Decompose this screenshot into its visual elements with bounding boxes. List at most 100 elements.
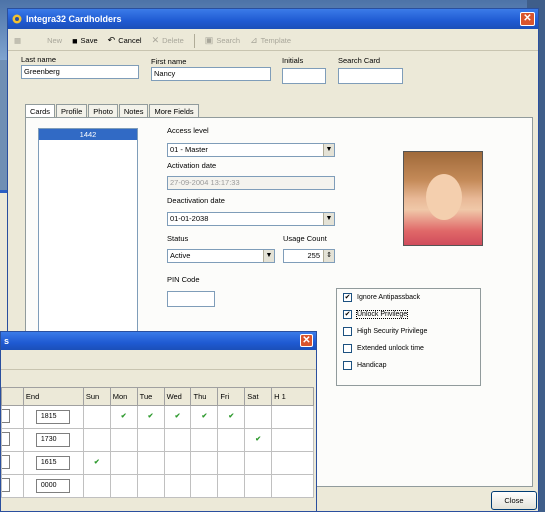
delete-button[interactable]: ✕ Delete [152,35,184,46]
deactivation-date-select[interactable]: 01-01-2038 ▼ [167,212,335,226]
column-header: Wed [163,387,192,406]
unlock-privilege-checkbox[interactable]: ✔ Unlock Privilege [337,306,480,323]
floppy-icon: ■ [72,35,78,46]
day-cell[interactable] [82,428,111,452]
day-cell[interactable] [190,451,219,475]
close-icon[interactable]: ✕ [300,334,313,347]
search-card-field[interactable] [338,68,403,84]
handicap-checkbox[interactable]: Handicap [337,357,480,374]
day-checked-icon[interactable]: ✔ [136,405,165,429]
day-cell[interactable] [163,474,192,498]
start-time-cell[interactable] [1,451,24,475]
day-cell[interactable] [244,474,273,498]
close-button[interactable]: Close [491,491,537,510]
day-checked-icon[interactable]: ✔ [109,405,138,429]
end-time-field[interactable]: 1730 [35,433,70,447]
chevron-down-icon[interactable]: ▼ [323,213,334,225]
chevron-down-icon[interactable]: ▼ [263,250,274,262]
day-cell[interactable] [190,428,219,452]
column-header: Mon [109,387,138,406]
day-checked-icon[interactable]: ✔ [163,405,192,429]
day-cell[interactable] [217,428,246,452]
search-button[interactable]: ▣ Search [205,35,240,46]
day-cell[interactable] [109,474,138,498]
extended-unlock-time-checkbox[interactable]: Extended unlock time [337,340,480,357]
access-level-select[interactable]: 01 - Master ▼ [167,143,335,157]
day-cell[interactable] [190,474,219,498]
start-time-field[interactable] [2,432,10,446]
close-icon[interactable]: ✕ [520,12,535,26]
usage-count-stepper[interactable]: 255 ⇕ [283,249,335,263]
day-cell[interactable] [271,451,314,475]
day-cell[interactable] [271,405,314,429]
day-cell[interactable] [217,474,246,498]
first-name-field[interactable]: Nancy [151,67,271,81]
day-cell[interactable] [109,428,138,452]
schedule-title-bar: s [1,332,316,350]
day-cell[interactable] [244,451,273,475]
start-time-field[interactable] [2,478,10,492]
day-checked-icon[interactable]: ✔ [244,428,273,452]
end-time-field[interactable]: 0000 [35,479,70,493]
high-security-privilege-checkbox[interactable]: High Security Privilege [337,323,480,340]
activation-date-field: 27-09-2004 13:17:33 [167,176,335,190]
day-cell[interactable] [82,474,111,498]
last-name-label: Last name [21,55,57,64]
last-name-field[interactable]: Greenberg [21,65,139,79]
spinner-icon[interactable]: ⇕ [323,250,334,262]
day-checked-icon[interactable]: ✔ [82,451,111,475]
day-cell[interactable] [271,474,314,498]
new-button[interactable]: New [47,36,62,45]
checkbox-label: Handicap [357,362,387,369]
day-cell[interactable] [136,428,165,452]
template-button[interactable]: ⊿ Template [250,35,291,46]
pin-code-field[interactable] [167,291,215,307]
ignore-antipassback-checkbox[interactable]: ✔ Ignore Antipassback [337,289,480,306]
start-time-cell[interactable] [1,428,24,452]
start-time-cell[interactable] [1,405,24,429]
day-cell[interactable] [244,405,273,429]
initials-field[interactable] [282,68,326,84]
table-row[interactable]: 1730 ✔ [1,428,314,452]
start-time-field[interactable] [2,409,10,423]
toolbar: ▦ New ■ Save ↶ Cancel ✕ Delete ▣ Search ⊿ Tem… [8,31,538,51]
schedule-grid: End Sun Mon Tue Wed Thu Fri Sat H 1 1815… [1,387,314,498]
column-header: Sun [82,387,111,406]
deactivation-date-label: Deactivation date [167,196,225,205]
status-label: Status [167,234,189,243]
table-row[interactable]: 1815 ✔ ✔ ✔ ✔ ✔ [1,405,314,429]
checkbox-label: Ignore Antipassback [357,294,421,301]
end-time-field[interactable]: 1615 [35,456,70,470]
chevron-down-icon[interactable]: ▼ [323,144,334,156]
day-cell[interactable] [163,451,192,475]
column-header: Fri [217,387,246,406]
day-cell[interactable] [163,428,192,452]
day-cell[interactable] [109,451,138,475]
end-time-cell: 1815 [22,405,84,429]
status-select[interactable]: Active ▼ [167,249,275,263]
day-checked-icon[interactable]: ✔ [190,405,219,429]
day-cell[interactable] [82,405,111,429]
list-item[interactable]: 1442 [39,129,137,140]
app-icon [12,14,22,24]
end-time-field[interactable]: 1815 [35,410,70,424]
cardholder-photo [403,151,483,246]
privileges-group: ✔ Ignore Antipassback ✔ Unlock Privilege H… [336,288,481,386]
cancel-button[interactable]: ↶ Cancel [108,35,142,46]
day-checked-icon[interactable]: ✔ [217,405,246,429]
usage-count-label: Usage Count [283,234,327,243]
day-cell[interactable] [271,428,314,452]
start-time-field[interactable] [2,455,10,469]
checkbox-icon [343,361,352,370]
window-title: Integra32 Cardholders [26,14,122,24]
start-time-cell[interactable] [1,474,24,498]
table-row[interactable]: 0000 [1,474,314,498]
day-cell[interactable] [136,451,165,475]
search-card-label: Search Card [338,56,381,65]
day-cell[interactable] [136,474,165,498]
table-row[interactable]: 1615 ✔ [1,451,314,475]
undo-icon: ↶ [107,35,116,45]
save-button[interactable]: ■ Save [72,36,98,46]
day-cell[interactable] [217,451,246,475]
schedule-title: s [4,336,10,346]
